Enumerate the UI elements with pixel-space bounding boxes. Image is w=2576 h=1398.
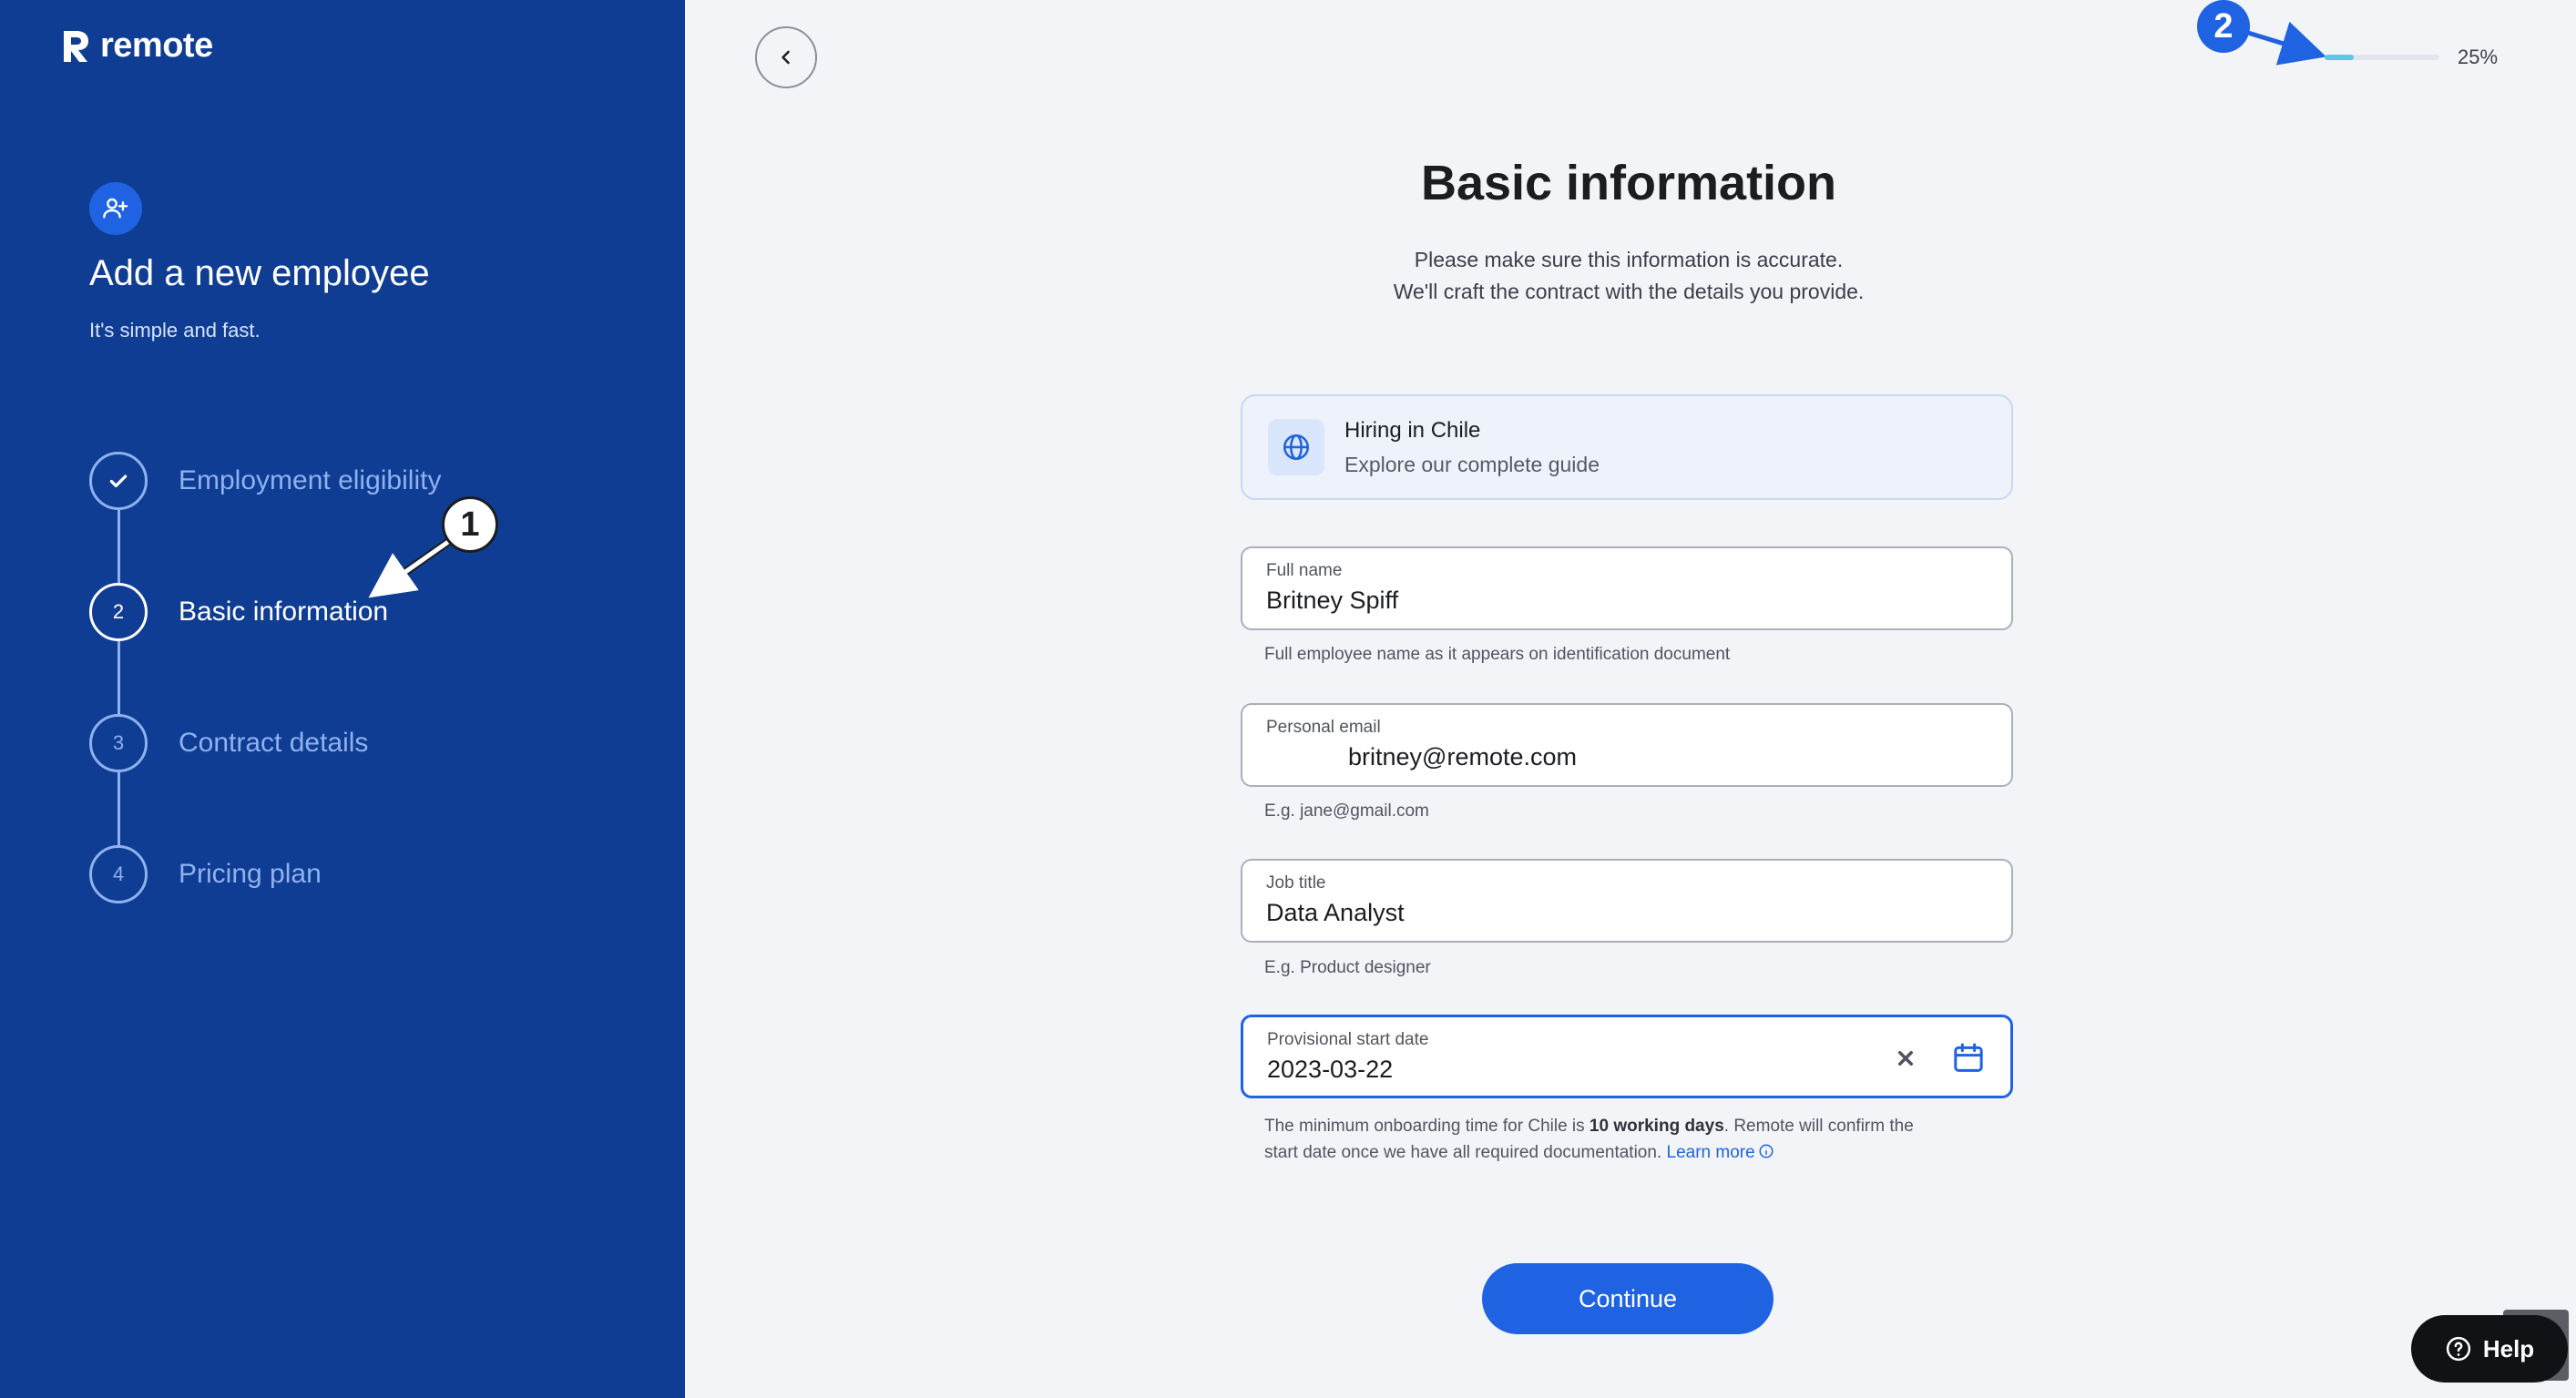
subtitle-line: We'll craft the contract with the detail…	[1393, 280, 1865, 303]
helper-emphasis: 10 working days	[1589, 1117, 1724, 1136]
start-date-helper: The minimum onboarding time for Chile is…	[1264, 1113, 1914, 1166]
full-name-field[interactable]: Full name Britney Spiff	[1241, 546, 2013, 630]
full-name-helper: Full employee name as it appears on iden…	[1264, 645, 1731, 664]
helper-text: The minimum onboarding time for Chile is	[1264, 1117, 1590, 1136]
page-subtitle: Please make sure this information is acc…	[1162, 244, 2095, 308]
helper-text: start date once we have all required doc…	[1264, 1143, 1667, 1162]
globe-icon	[1268, 419, 1324, 475]
progress-fill	[2325, 55, 2354, 60]
calendar-icon[interactable]	[1950, 1040, 1987, 1077]
start-date-input[interactable]: 2023-03-22	[1267, 1056, 1987, 1084]
field-label: Personal email	[1266, 718, 1381, 737]
job-title-input[interactable]: Data Analyst	[1266, 899, 1988, 927]
full-name-input[interactable]: Britney Spiff	[1266, 587, 1988, 615]
annotation-marker-2: 2	[2197, 0, 2250, 53]
guide-title: Hiring in Chile	[1344, 417, 1481, 443]
learn-more-link[interactable]: Learn more	[1667, 1143, 1755, 1162]
hiring-guide-card[interactable]: Hiring in Chile Explore our complete gui…	[1241, 394, 2013, 500]
field-label: Job title	[1266, 873, 1326, 893]
page-title: Basic information	[1420, 156, 1837, 210]
chevron-left-icon	[782, 50, 790, 65]
guide-subtitle: Explore our complete guide	[1344, 452, 1600, 476]
helper-text: . Remote will confirm the	[1723, 1117, 1914, 1136]
progress-percent: 25%	[2458, 46, 2499, 68]
field-label: Provisional start date	[1267, 1030, 1429, 1049]
info-icon[interactable]	[1758, 1143, 1774, 1159]
annotation-marker-1: 1	[442, 496, 498, 553]
continue-button[interactable]: Continue	[1482, 1263, 1774, 1334]
progress-bar	[2325, 55, 2439, 60]
help-circle-icon	[2446, 1336, 2470, 1362]
job-title-helper: E.g. Product designer	[1264, 958, 1431, 977]
personal-email-helper: E.g. jane@gmail.com	[1264, 801, 1429, 821]
personal-email-field[interactable]: Personal email britney@remote.com	[1241, 703, 2013, 787]
personal-email-input[interactable]: britney@remote.com	[1266, 743, 1988, 771]
clear-icon[interactable]	[1892, 1045, 1919, 1072]
job-title-field[interactable]: Job title Data Analyst	[1241, 859, 2013, 943]
helper-line: The minimum onboarding time for Chile is…	[1264, 1113, 1914, 1139]
helper-line: start date once we have all required doc…	[1264, 1139, 1914, 1166]
back-button[interactable]	[755, 26, 817, 88]
help-button[interactable]: Help	[2411, 1315, 2568, 1383]
help-label: Help	[2482, 1334, 2535, 1362]
field-label: Full name	[1266, 561, 1343, 580]
subtitle-line: Please make sure this information is acc…	[1414, 248, 1844, 271]
start-date-field[interactable]: Provisional start date 2023-03-22	[1241, 1015, 2013, 1098]
